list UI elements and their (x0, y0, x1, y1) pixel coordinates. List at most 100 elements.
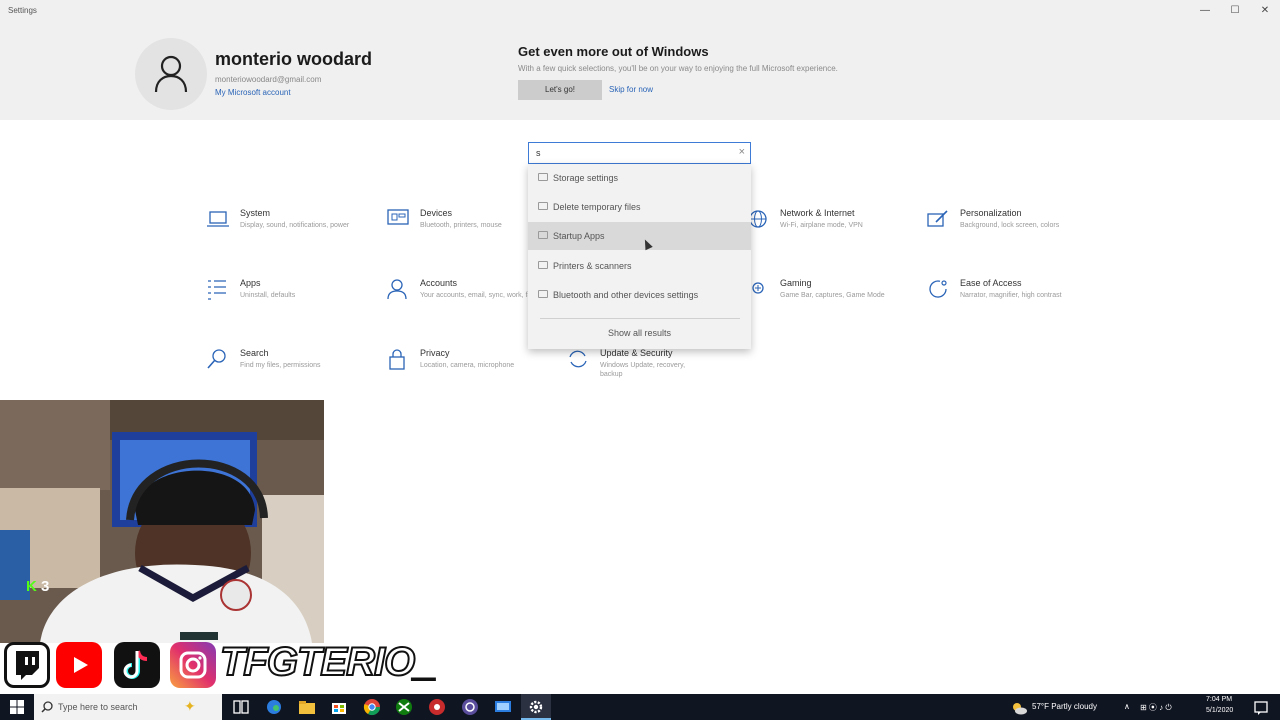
twitch-icon (4, 642, 50, 688)
tile-gaming[interactable]: Gaming Game Bar, captures, Game Mode (750, 278, 920, 328)
taskbar: Type here to search ✦ 57°F Partly cloudy… (0, 694, 1280, 720)
title-bar: Settings — ☐ ✕ (0, 0, 1280, 24)
obs-icon[interactable] (461, 698, 479, 716)
tile-description: Uninstall, defaults (240, 292, 296, 299)
webcam-feed-image (0, 400, 324, 643)
search-value: s (536, 148, 541, 158)
suggestion-printers-scanners[interactable]: Printers & scanners (528, 252, 751, 280)
start-button[interactable] (0, 694, 34, 720)
tile-ease-of-access[interactable]: Ease of Access Narrator, magnifier, high… (926, 278, 1096, 328)
storage-icon (538, 202, 548, 210)
store-icon[interactable] (330, 698, 348, 716)
tile-description: Display, sound, notifications, power (240, 222, 350, 229)
screen: Settings — ☐ ✕ monterio woodard monterio… (0, 0, 1280, 720)
search-highlight-icon: ✦ (184, 698, 196, 714)
settings-gear-icon[interactable] (527, 698, 545, 716)
skip-link[interactable]: Skip for now (609, 85, 653, 94)
taskbar-search-input[interactable]: Type here to search ✦ (34, 694, 222, 720)
laptop-icon (207, 211, 229, 227)
lets-go-button[interactable]: Let's go! (518, 80, 602, 100)
search-placeholder: Type here to search (58, 702, 138, 712)
tile-update-security[interactable]: Update & Security Windows Update, recove… (566, 348, 736, 398)
suggestion-storage-settings[interactable]: Storage settings (528, 164, 751, 192)
window-title: Settings (8, 6, 37, 15)
xbox-icon[interactable] (395, 698, 413, 716)
tile-name: Devices (420, 208, 453, 218)
person-icon (387, 279, 407, 300)
search-suggestions: Storage settings Delete temporary files … (528, 164, 751, 349)
file-explorer-icon[interactable] (298, 698, 316, 716)
storage-icon (538, 173, 548, 181)
tile-privacy[interactable]: Privacy Location, camera, microphone (386, 348, 556, 398)
clock-date[interactable]: 5/1/2020 (1206, 707, 1233, 714)
tile-description: Find my files, permissions (240, 362, 321, 369)
tiktok-icon (114, 642, 160, 688)
user-email: monteriowoodard@gmail.com (215, 75, 322, 84)
remote-desktop-icon[interactable] (494, 698, 512, 716)
weather-text[interactable]: 57°F Partly cloudy (1032, 702, 1097, 711)
youtube-icon (56, 642, 102, 688)
update-icon (569, 350, 587, 368)
webcam-overlay (0, 400, 324, 643)
suggestion-bluetooth-devices[interactable]: Bluetooth and other devices settings (528, 281, 751, 309)
tile-description: Game Bar, captures, Game Mode (780, 292, 885, 299)
clear-search-icon[interactable]: × (739, 146, 745, 158)
suggestion-delete-temp-files[interactable]: Delete temporary files (528, 193, 751, 221)
chrome-icon[interactable] (363, 698, 381, 716)
avatar[interactable] (135, 38, 207, 110)
streamer-handle: TFGTERIO_ (219, 639, 437, 685)
edge-icon[interactable] (265, 698, 283, 716)
tray-icons[interactable]: ⊞ ⦿ ♪ ⏻ (1140, 702, 1172, 713)
brush-icon (927, 210, 948, 227)
kick-icon: K (26, 578, 37, 595)
record-app-icon[interactable] (428, 698, 446, 716)
tile-name: Personalization (960, 208, 1022, 218)
notifications-icon[interactable] (1252, 699, 1270, 717)
tile-name: Accounts (420, 278, 458, 288)
tile-name: Update & Security (600, 348, 673, 358)
tile-search[interactable]: Search Find my files, permissions (206, 348, 376, 398)
devices-icon (387, 209, 409, 225)
tile-apps[interactable]: Apps Uninstall, defaults (206, 278, 376, 328)
tile-description: Location, camera, microphone (420, 362, 515, 369)
instagram-icon (170, 642, 216, 688)
lock-icon (389, 349, 405, 370)
minimize-button[interactable]: — (1190, 2, 1220, 20)
gamepad-icon (752, 282, 764, 294)
tile-description: Narrator, magnifier, high contrast (960, 292, 1062, 299)
task-view-icon[interactable] (232, 698, 250, 716)
suggestion-label: Startup Apps (553, 231, 605, 241)
apps-list-icon (208, 280, 226, 300)
printer-icon (538, 261, 548, 269)
promo-title: Get even more out of Windows (518, 44, 709, 59)
kick-count: 3 (41, 578, 50, 595)
suggestion-label: Printers & scanners (553, 261, 632, 271)
tray-chevron-icon[interactable]: ∧ (1124, 702, 1130, 711)
tile-system[interactable]: System Display, sound, notifications, po… (206, 208, 376, 258)
person-icon (154, 55, 188, 93)
clock-time[interactable]: 7:04 PM (1206, 696, 1232, 703)
close-button[interactable]: ✕ (1250, 2, 1280, 20)
startup-icon (538, 231, 548, 239)
tile-description: Wi-Fi, airplane mode, VPN (780, 222, 863, 229)
maximize-button[interactable]: ☐ (1220, 2, 1250, 20)
search-icon (207, 349, 226, 369)
tile-description: Background, lock screen, colors (960, 222, 1060, 229)
tile-name: System (240, 208, 271, 218)
tile-description: Windows Update, recovery, backup (600, 362, 686, 378)
tile-name: Network & Internet (780, 208, 855, 218)
suggestion-startup-apps[interactable]: Startup Apps (528, 222, 751, 250)
show-all-results-link[interactable]: Show all results (528, 328, 751, 338)
weather-icon[interactable] (1010, 699, 1028, 717)
tile-personalization[interactable]: Personalization Background, lock screen,… (926, 208, 1096, 258)
promo-text: With a few quick selections, you'll be o… (518, 64, 838, 73)
microsoft-account-link[interactable]: My Microsoft account (215, 88, 291, 97)
settings-search-input[interactable]: s × (528, 142, 751, 164)
tile-network[interactable]: Network & Internet Wi-Fi, airplane mode,… (746, 208, 916, 258)
divider (540, 318, 740, 319)
tile-name: Gaming (780, 278, 812, 288)
kick-badge: K 3 (26, 578, 49, 595)
tile-name: Apps (240, 278, 261, 288)
suggestion-label: Storage settings (553, 173, 619, 183)
tile-name: Search (240, 348, 269, 358)
